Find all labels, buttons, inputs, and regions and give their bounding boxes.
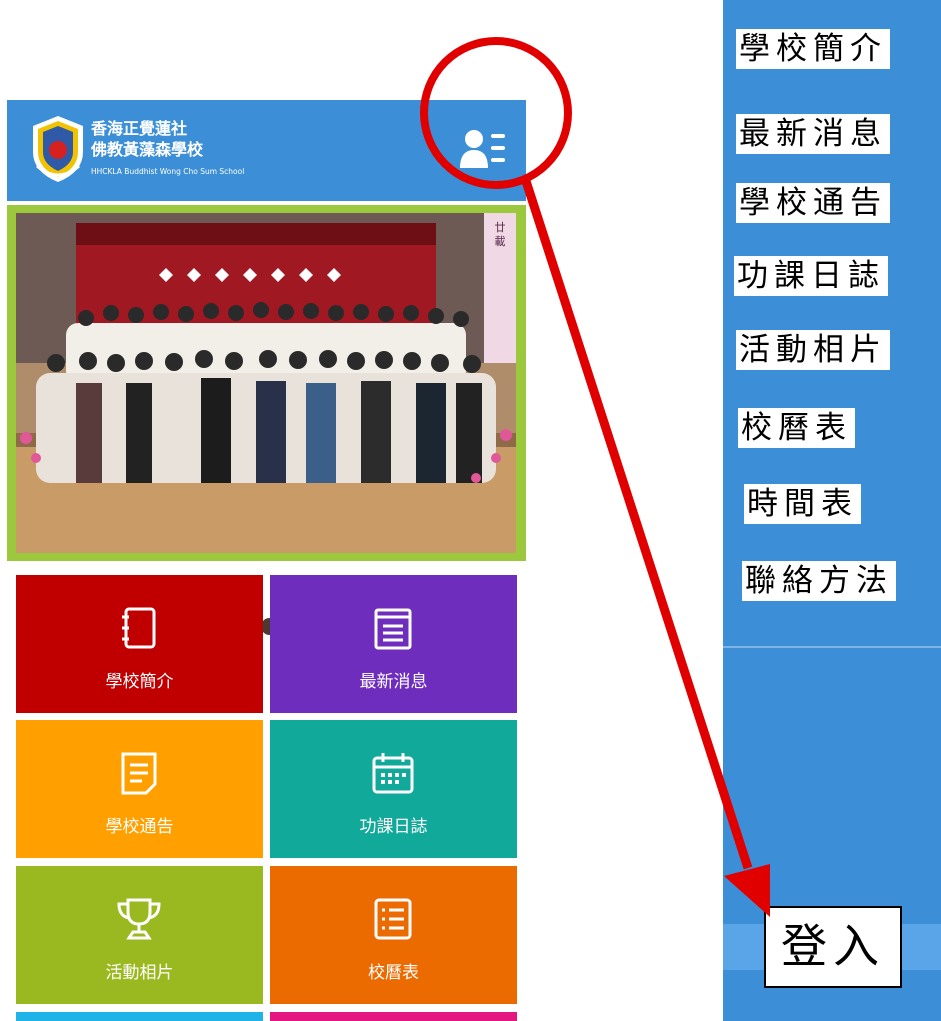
- login-button[interactable]: 登入: [764, 906, 902, 988]
- side-menu-item[interactable]: 活動相片: [736, 330, 890, 370]
- tile-label: 學校通告: [105, 817, 174, 837]
- app-header: 香海正覺蓮社 佛教黃藻森學校 HHCKLA Buddhist Wong Cho …: [7, 100, 526, 201]
- tile-label: 校曆表: [368, 963, 419, 983]
- side-menu-item[interactable]: 功課日誌: [734, 256, 888, 296]
- tile-label: 活動相片: [105, 963, 174, 983]
- tile-partial[interactable]: [270, 1012, 517, 1021]
- calendar-icon: [368, 748, 418, 798]
- svg-text:載: 載: [495, 235, 506, 248]
- user-menu-button[interactable]: [458, 124, 510, 174]
- tile-5[interactable]: 活動相片: [16, 866, 263, 1004]
- mobile-app-screen: 香海正覺蓮社 佛教黃藻森學校 HHCKLA Buddhist Wong Cho …: [7, 100, 526, 1021]
- tile-label: 功課日誌: [359, 817, 428, 837]
- side-menu-panel: 學校簡介最新消息學校通告功課日誌活動相片校曆表時間表聯絡方法 登入: [723, 0, 941, 1021]
- side-menu-item[interactable]: 最新消息: [736, 114, 890, 154]
- tile-4[interactable]: 功課日誌: [270, 720, 517, 858]
- tile-6[interactable]: 校曆表: [270, 866, 517, 1004]
- user-menu-icon: [460, 130, 505, 168]
- list-icon: [368, 894, 418, 944]
- side-menu-item[interactable]: 學校通告: [736, 183, 890, 223]
- banner-text: 廿: [495, 221, 506, 234]
- menu-divider: [723, 646, 941, 648]
- tile-2[interactable]: 最新消息: [270, 575, 517, 713]
- tile-label: 學校簡介: [105, 672, 174, 692]
- annotation-arrow-shaft: [520, 176, 753, 870]
- notice-icon: [114, 748, 164, 798]
- tile-label: 最新消息: [359, 672, 428, 692]
- photo-carousel[interactable]: 廿 載: [7, 205, 526, 635]
- school-name-english: HHCKLA Buddhist Wong Cho Sum School: [91, 167, 245, 176]
- side-menu-item[interactable]: 聯絡方法: [742, 561, 896, 601]
- news-icon: [368, 603, 418, 653]
- trophy-icon: [114, 894, 164, 944]
- tile-partial[interactable]: [16, 1012, 263, 1021]
- tile-1[interactable]: 學校簡介: [16, 575, 263, 713]
- school-crest-logo: [33, 116, 83, 182]
- school-name-line2: 佛教黃藻森學校: [91, 140, 204, 159]
- side-menu-item[interactable]: 校曆表: [738, 408, 855, 448]
- side-menu-item[interactable]: 時間表: [744, 484, 861, 524]
- side-menu-item[interactable]: 學校簡介: [736, 29, 890, 69]
- carousel-photo-staff-group: 廿 載: [16, 213, 516, 553]
- tile-3[interactable]: 學校通告: [16, 720, 263, 858]
- notebook-icon: [114, 603, 164, 653]
- school-name-line1: 香海正覺蓮社: [91, 119, 188, 138]
